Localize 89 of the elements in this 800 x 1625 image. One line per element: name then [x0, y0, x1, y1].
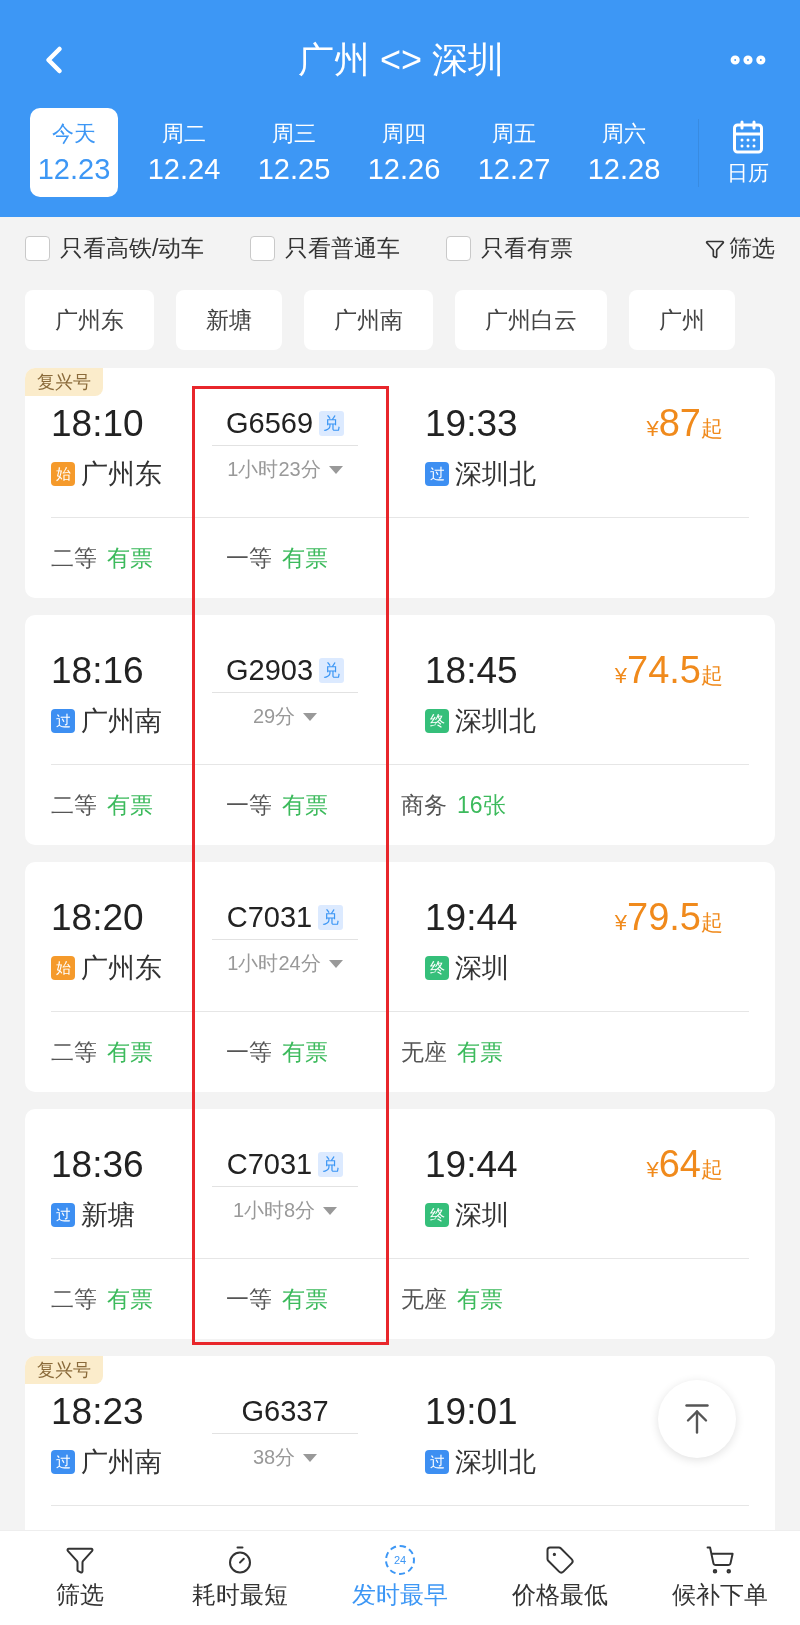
- train-number: C7031: [226, 901, 313, 934]
- train-card[interactable]: 18:36 过 新塘 C7031 兑 1小时8分 19:44 终 深圳 ¥64起 二等 有票 一等 有票 无座 有票: [25, 1109, 775, 1339]
- station-chip[interactable]: 广州: [629, 290, 735, 350]
- train-number: G6569: [225, 407, 314, 440]
- nav-tab[interactable]: 价格最低: [480, 1531, 640, 1625]
- price-suffix: 起: [701, 909, 723, 937]
- train-card[interactable]: 复兴号 18:23 过 广州南 G6337 38分 19:01 过 深圳北: [25, 1356, 775, 1530]
- departure-station: 广州南: [81, 705, 162, 738]
- exchange-tag: 兑: [319, 658, 345, 683]
- station-tag: 过: [51, 1450, 75, 1474]
- station-chip[interactable]: 广州南: [304, 290, 433, 350]
- train-type-label: 复兴号: [25, 368, 103, 396]
- departure-time: 18:20: [51, 896, 144, 940]
- seat-availability: 二等 有票: [51, 790, 154, 820]
- filter-checkbox[interactable]: 只看普通车: [250, 233, 401, 264]
- seat-availability: 二等 有票: [51, 1037, 154, 1067]
- filter-icon: [65, 1545, 95, 1575]
- arrival-time: 19:44: [425, 896, 518, 940]
- seat-availability: 一等 有票: [226, 543, 329, 573]
- arrival-time: 19:01: [425, 1390, 518, 1434]
- departure-time: 18:23: [51, 1390, 144, 1434]
- cart-icon: [705, 1545, 735, 1575]
- seat-availability: 一等 有票: [226, 1284, 329, 1314]
- exchange-tag: 兑: [319, 411, 345, 436]
- price-symbol: ¥: [614, 910, 628, 936]
- filter-button[interactable]: 筛选: [705, 233, 775, 264]
- departure-station: 广州东: [81, 952, 162, 985]
- station-tag: 终: [425, 1203, 449, 1227]
- station-chip[interactable]: 新塘: [176, 290, 282, 350]
- departure-station: 广州南: [81, 1446, 162, 1479]
- arrival-station: 深圳北: [455, 458, 536, 491]
- price-symbol: ¥: [646, 416, 659, 442]
- arrival-station: 深圳北: [455, 1446, 536, 1479]
- station-tag: 始: [51, 462, 75, 486]
- tag-icon: [545, 1545, 575, 1575]
- train-number: C7031: [226, 1148, 313, 1181]
- station-tag: 终: [425, 956, 449, 980]
- filter-checkbox[interactable]: 只看有票: [446, 233, 574, 264]
- train-number: G6337: [241, 1395, 329, 1428]
- arrival-time: 18:45: [425, 649, 518, 693]
- departure-time: 18:16: [51, 649, 144, 693]
- station-tag: 始: [51, 956, 75, 980]
- arrival-station: 深圳: [455, 952, 509, 985]
- station-tag: 过: [51, 709, 75, 733]
- arrival-station: 深圳: [455, 1199, 509, 1232]
- price-suffix: 起: [701, 1156, 723, 1184]
- price: 64: [658, 1143, 701, 1186]
- seat-availability: 商务 16张: [401, 790, 507, 820]
- seat-availability: 二等 有票: [51, 543, 154, 573]
- seat-availability: 二等 有票: [51, 1284, 154, 1314]
- station-tag: 过: [425, 462, 449, 486]
- arrival-time: 19:44: [425, 1143, 518, 1187]
- price: 87: [658, 402, 701, 445]
- departure-station: 新塘: [81, 1199, 135, 1232]
- price-suffix: 起: [701, 662, 723, 690]
- departure-station: 广州东: [81, 458, 162, 491]
- page-title: 广州 <> 深圳: [297, 37, 505, 82]
- exchange-tag: 兑: [318, 905, 344, 930]
- arrival-station: 深圳北: [455, 705, 536, 738]
- train-card[interactable]: 18:20 始 广州东 C7031 兑 1小时24分 19:44 终 深圳 ¥79.5起 二等 有票 一等 有票 无座 有票: [25, 862, 775, 1092]
- arrival-time: 19:33: [425, 402, 518, 446]
- price-symbol: ¥: [646, 1157, 659, 1183]
- price-suffix: 起: [701, 415, 723, 443]
- train-number: G2903: [225, 654, 314, 687]
- train-type-label: 复兴号: [25, 1356, 103, 1384]
- departure-time: 18:10: [51, 402, 144, 446]
- seat-availability: 一等 有票: [226, 790, 329, 820]
- seat-availability: 一等 有票: [226, 1037, 329, 1067]
- train-card[interactable]: 18:16 过 广州南 G2903 兑 29分 18:45 终 深圳北 ¥74.5起 二等 有票 一等 有票 商务 16张: [25, 615, 775, 845]
- seat-availability: 无座 有票: [401, 1037, 504, 1067]
- station-tag: 过: [51, 1203, 75, 1227]
- departure-time: 18:36: [51, 1143, 144, 1187]
- price-symbol: ¥: [614, 663, 628, 689]
- station-chip[interactable]: 广州东: [25, 290, 154, 350]
- price: 74.5: [627, 649, 701, 692]
- clock-icon: 24: [385, 1545, 415, 1575]
- nav-tab[interactable]: 耗时最短: [160, 1531, 320, 1625]
- filter-icon: [705, 238, 725, 259]
- calendar-icon: [730, 118, 766, 155]
- filter-checkbox[interactable]: 只看高铁/动车: [25, 233, 205, 264]
- seat-availability: 无座 有票: [401, 1284, 504, 1314]
- price: 79.5: [627, 896, 701, 939]
- station-tag: 终: [425, 709, 449, 733]
- station-tag: 过: [425, 1450, 449, 1474]
- nav-tab[interactable]: 候补下单: [640, 1531, 800, 1625]
- station-chip[interactable]: 广州白云: [455, 290, 607, 350]
- train-card[interactable]: 复兴号 18:10 始 广州东 G6569 兑 1小时23分 19:33 过 深圳北 ¥87起 二等 有票 一等 有票: [25, 368, 775, 598]
- nav-tab[interactable]: 筛选: [0, 1531, 160, 1625]
- exchange-tag: 兑: [318, 1152, 344, 1177]
